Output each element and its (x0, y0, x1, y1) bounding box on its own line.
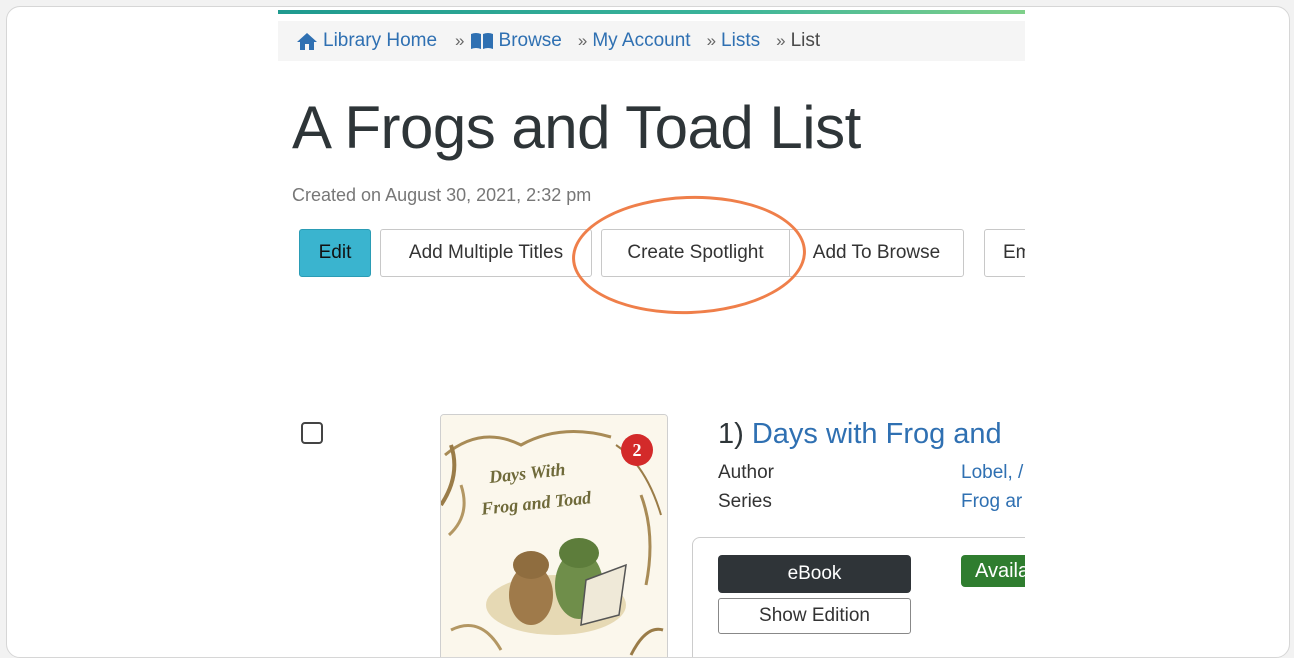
show-edition-button[interactable]: Show Edition (718, 598, 911, 634)
breadcrumb-separator: » (776, 31, 786, 50)
book-cover[interactable]: Days With Frog and Toad 2 (440, 414, 668, 657)
breadcrumb-current: List (791, 30, 821, 52)
create-spotlight-button[interactable]: Create Spotlight (601, 229, 789, 277)
select-checkbox[interactable] (301, 422, 323, 444)
edit-button[interactable]: Edit (299, 229, 371, 277)
result-title-link[interactable]: Days with Frog and (752, 418, 1002, 450)
breadcrumb-browse[interactable]: Browse (470, 30, 562, 52)
breadcrumb-separator: » (577, 31, 588, 50)
breadcrumb-browse-link[interactable]: Browse (499, 30, 562, 52)
add-multiple-titles-button[interactable]: Add Multiple Titles (380, 229, 592, 277)
author-link[interactable]: Lobel, / (961, 462, 1023, 484)
breadcrumb-lists-link[interactable]: Lists (721, 30, 760, 52)
breadcrumb-separator: » (706, 31, 717, 50)
breadcrumb-separator: » (455, 31, 465, 50)
add-to-browse-button[interactable]: Add To Browse (789, 229, 964, 277)
page-viewport: Library Home » Browse » My Account » Lis… (278, 7, 1025, 657)
browser-window: Library Home » Browse » My Account » Lis… (6, 6, 1290, 658)
page-title: A Frogs and Toad List (292, 94, 861, 161)
series-link[interactable]: Frog ar (961, 491, 1022, 513)
author-label: Author (718, 462, 774, 483)
level-badge: 2 (621, 434, 653, 466)
breadcrumb: Library Home » Browse » My Account » Lis… (278, 21, 1025, 61)
breadcrumb-lists[interactable]: Lists (721, 30, 760, 52)
breadcrumb-current-label: List (790, 30, 821, 51)
home-icon (297, 32, 317, 50)
breadcrumb-home-link[interactable]: Library Home (323, 30, 437, 52)
breadcrumb-account[interactable]: My Account (592, 30, 690, 52)
result-number: 1) (718, 418, 744, 450)
book-icon (470, 33, 493, 49)
email-button[interactable]: Em (984, 229, 1025, 277)
availability-badge: Availa (961, 555, 1025, 587)
result-title: 1) Days with Frog and (718, 418, 1002, 451)
header-accent-bar (278, 10, 1025, 14)
breadcrumb-account-link[interactable]: My Account (592, 30, 690, 52)
breadcrumb-home[interactable]: Library Home (296, 30, 437, 52)
ebook-format-button[interactable]: eBook (718, 555, 911, 593)
series-label: Series (718, 491, 772, 512)
created-date: Created on August 30, 2021, 2:32 pm (292, 185, 592, 205)
